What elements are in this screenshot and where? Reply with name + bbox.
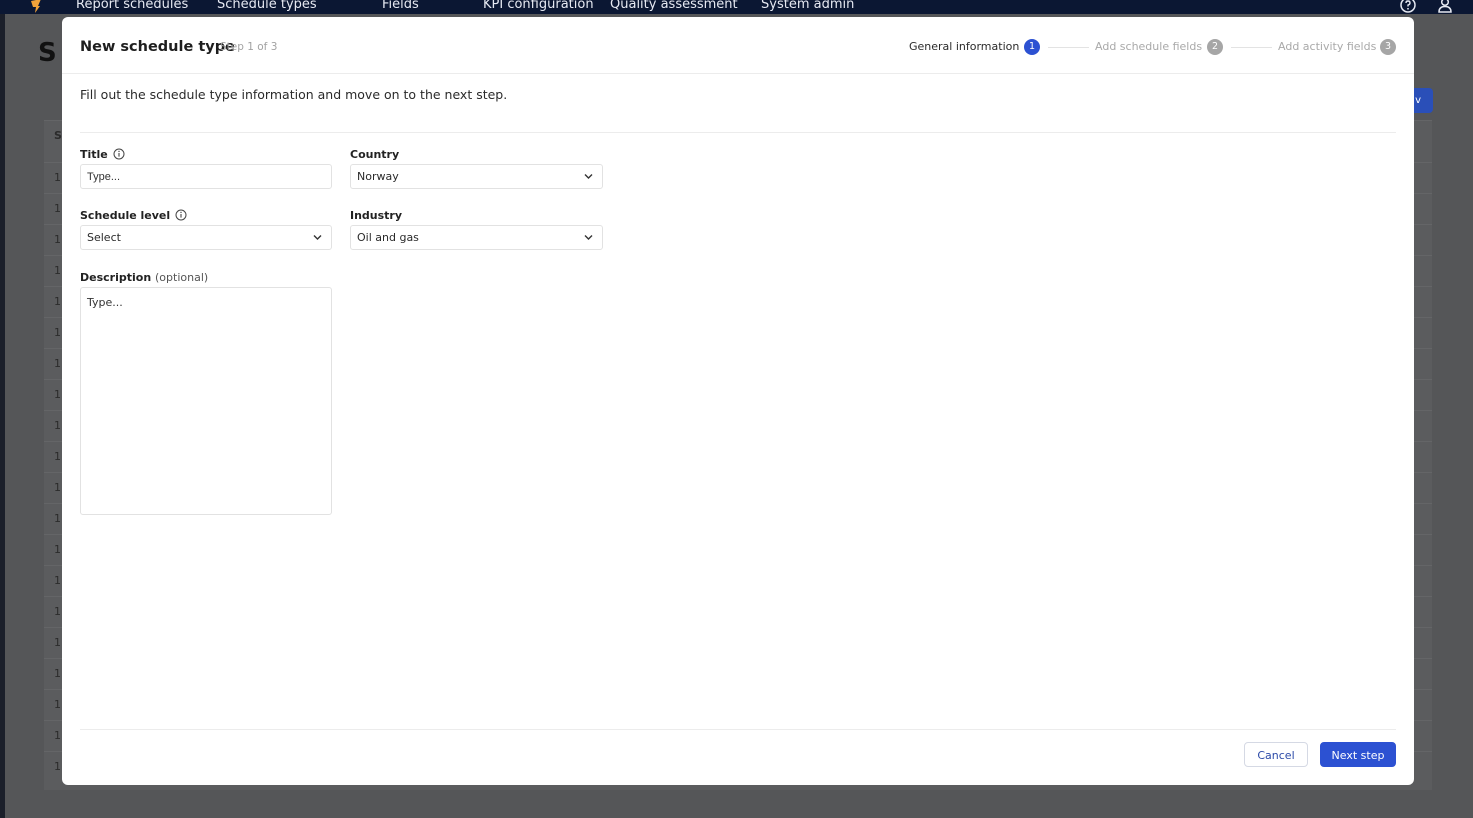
new-schedule-type-modal: New schedule type Step 1 of 3 General in… xyxy=(62,17,1414,785)
stepper-label-general-information: General information xyxy=(909,40,1020,53)
nav-item-schedule-types[interactable]: Schedule types xyxy=(217,0,317,12)
description-label-text: Description xyxy=(80,271,152,284)
schedule-level-label-text: Schedule level xyxy=(80,209,171,222)
nav-item-report-schedules[interactable]: Report schedules xyxy=(76,0,188,12)
stepper-connector xyxy=(1231,47,1272,48)
optional-hint: (optional) xyxy=(155,271,209,284)
section-divider xyxy=(80,132,1396,133)
info-icon[interactable] xyxy=(113,148,125,160)
step-counter: Step 1 of 3 xyxy=(220,41,278,53)
description-field-label: Description (optional) xyxy=(80,271,208,284)
nav-item-fields[interactable]: Fields xyxy=(382,0,419,12)
user-icon[interactable] xyxy=(1436,0,1454,14)
stepper-connector xyxy=(1048,47,1089,48)
footer-divider xyxy=(80,729,1396,730)
next-step-button[interactable]: Next step xyxy=(1320,742,1396,767)
schedule-level-select[interactable]: Select xyxy=(80,225,332,250)
schedule-level-field-label: Schedule level xyxy=(80,209,187,222)
modal-header: New schedule type Step 1 of 3 General in… xyxy=(62,17,1414,74)
schedule-level-selected-value: Select xyxy=(87,231,121,244)
stepper-label-add-activity-fields: Add activity fields xyxy=(1278,40,1377,53)
background-page-heading: S xyxy=(38,38,57,68)
intro-text: Fill out the schedule type information a… xyxy=(80,87,508,102)
step-3-badge: 3 xyxy=(1380,39,1396,55)
country-selected-value: Norway xyxy=(357,170,399,183)
industry-select[interactable]: Oil and gas xyxy=(350,225,603,250)
question-circle-icon[interactable] xyxy=(1399,0,1417,14)
step-1-badge: 1 xyxy=(1024,39,1040,55)
step-2-badge: 2 xyxy=(1207,39,1223,55)
industry-selected-value: Oil and gas xyxy=(357,231,419,244)
description-textarea[interactable] xyxy=(80,287,332,515)
app-logo-icon[interactable] xyxy=(28,0,44,14)
top-navigation: Report schedules Schedule types Fields K… xyxy=(0,0,1473,14)
chevron-down-icon xyxy=(313,235,322,240)
table-header-cell: S xyxy=(54,129,62,142)
cancel-button[interactable]: Cancel xyxy=(1244,742,1308,767)
chevron-down-icon xyxy=(584,235,593,240)
nav-item-system-admin[interactable]: System admin xyxy=(761,0,854,12)
title-field-label: Title xyxy=(80,148,125,161)
nav-item-kpi-configuration[interactable]: KPI configuration xyxy=(483,0,594,12)
stepper-label-add-schedule-fields: Add schedule fields xyxy=(1095,40,1203,53)
modal-title: New schedule type xyxy=(80,39,235,55)
title-input[interactable] xyxy=(80,164,332,189)
country-select[interactable]: Norway xyxy=(350,164,603,189)
title-label-text: Title xyxy=(80,148,108,161)
chevron-down-icon xyxy=(584,174,593,179)
country-field-label: Country xyxy=(350,148,400,161)
nav-item-quality-assessment[interactable]: Quality assessment xyxy=(610,0,738,12)
info-icon[interactable] xyxy=(175,209,187,221)
industry-field-label: Industry xyxy=(350,209,403,222)
